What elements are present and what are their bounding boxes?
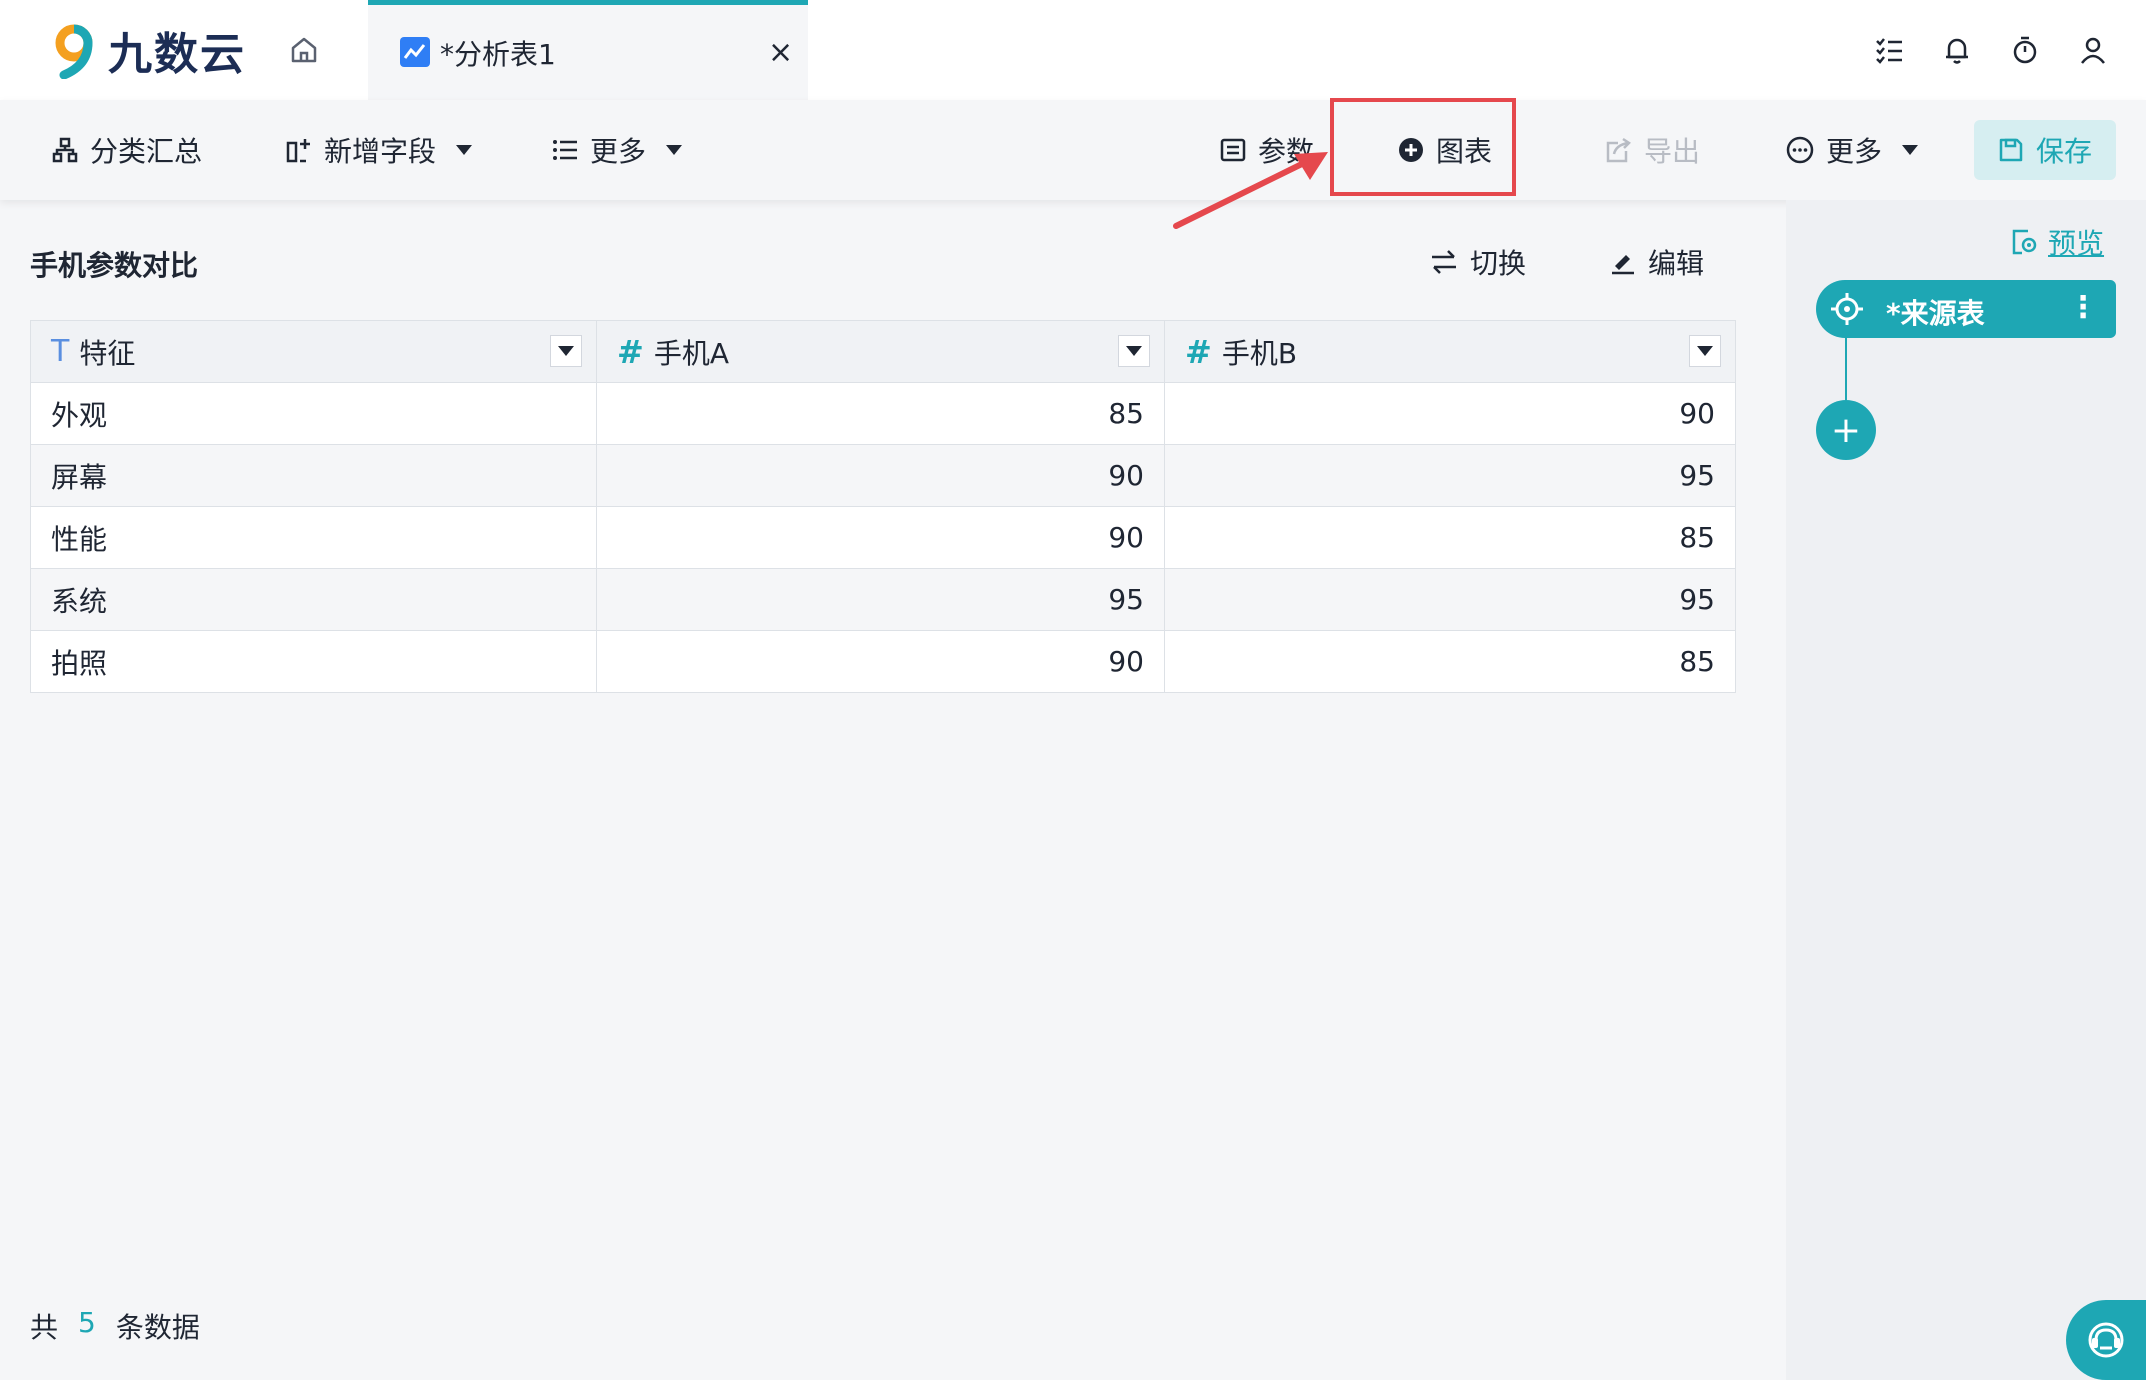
table-row[interactable]: 拍照 90 85 [30,630,1736,693]
plus-icon: + [1830,409,1862,451]
number-type-icon: # [617,332,644,371]
node-menu-icon[interactable]: ⋮ [2068,290,2098,325]
table-cell[interactable]: 95 [596,568,1165,631]
save-label: 保存 [2035,135,2092,168]
table-cell[interactable]: 85 [1164,630,1736,693]
table-cell[interactable]: 性能 [30,506,597,569]
table-cell[interactable]: 95 [1164,444,1736,507]
classify-summary-button[interactable]: 分类汇总 [52,128,202,172]
analysis-chart-icon [400,37,430,67]
user-icon[interactable] [2074,30,2112,70]
list-icon [553,140,577,160]
more-right-button[interactable]: 更多 [1786,128,1919,172]
annotation-arrow [1173,152,1328,229]
swap-icon [1432,250,1456,274]
row-count-value: 5 [78,1306,96,1339]
data-table: T 特征 # 手机A # 手机B 外观 85 90 屏幕 90 95 性能 90… [30,320,1736,693]
add-column-icon [286,139,310,163]
more-left-button[interactable]: 更多 [552,128,683,172]
preview-icon [2012,229,2037,255]
tab-analysis-table[interactable]: *分析表1 × [368,0,808,100]
classify-summary-label: 分类汇总 [90,135,203,168]
chat-icon [2088,1322,2124,1358]
table-cell[interactable]: 85 [1164,506,1736,569]
table-cell[interactable]: 拍照 [30,630,597,693]
export-icon [1606,137,1631,163]
chevron-down-icon [666,145,683,155]
table-cell[interactable]: 90 [1164,382,1736,445]
bell-icon[interactable] [1938,30,1976,70]
row-count: 共 5 条数据 [30,1306,200,1346]
column-header-phone-a[interactable]: # 手机A [596,320,1165,383]
timer-icon[interactable] [2006,30,2044,70]
table-row[interactable]: 外观 85 90 [30,382,1736,445]
tab-title: *分析表1 [440,38,556,71]
more-right-label: 更多 [1826,135,1883,168]
home-tab[interactable] [280,28,328,72]
table-cell[interactable]: 屏幕 [30,444,597,507]
chart-highlight-box [1330,98,1516,196]
target-icon [1831,293,1863,325]
flow-panel [1786,200,2146,1380]
save-icon [1999,138,2023,162]
table-cell[interactable]: 90 [596,506,1165,569]
save-button[interactable]: 保存 [1974,120,2116,180]
chevron-down-icon [1902,145,1919,155]
add-field-button[interactable]: 新增字段 [286,128,473,172]
text-type-icon: T [51,334,70,369]
column-label: 手机A [653,336,729,370]
switch-label: 切换 [1470,247,1527,280]
table-cell[interactable]: 外观 [30,382,597,445]
table-cell[interactable]: 95 [1164,568,1736,631]
column-header-feature[interactable]: T 特征 [30,320,597,383]
row-count-prefix: 共 [30,1311,59,1344]
close-tab-icon[interactable]: × [768,35,793,70]
chat-support-button[interactable] [2066,1300,2146,1380]
preview-label: 预览 [2048,227,2105,260]
home-icon [291,37,317,63]
column-dropdown-icon[interactable] [1689,335,1721,367]
chevron-down-icon [456,145,473,155]
logo-icon [55,24,93,79]
preview-link[interactable]: 预览 [2010,222,2104,262]
app-logo[interactable]: 九数云 [50,20,246,80]
switch-button[interactable]: 切换 [1430,240,1526,284]
edit-button[interactable]: 编辑 [1610,240,1704,284]
table-header-row: T 特征 # 手机A # 手机B [30,320,1736,383]
table-row[interactable]: 系统 95 95 [30,568,1736,631]
table-cell[interactable]: 90 [596,444,1165,507]
task-list-icon[interactable] [1870,30,1908,70]
hierarchy-icon [52,137,78,163]
table-row[interactable]: 屏幕 90 95 [30,444,1736,507]
logo-text: 九数云 [108,29,246,80]
export-label: 导出 [1644,135,1701,168]
column-dropdown-icon[interactable] [1118,335,1150,367]
column-header-phone-b[interactable]: # 手机B [1164,320,1736,383]
source-table-node[interactable]: *来源表 ⋮ [1816,280,2116,338]
column-label: 手机B [1221,336,1298,370]
source-node-label: *来源表 [1886,297,1985,330]
column-label: 特征 [79,336,136,370]
add-step-button[interactable]: + [1816,400,1876,460]
top-right-icons [1870,30,2112,70]
more-dots-icon [1786,136,1814,164]
add-field-label: 新增字段 [324,135,437,168]
number-type-icon: # [1185,332,1212,371]
table-row[interactable]: 性能 90 85 [30,506,1736,569]
edit-label: 编辑 [1648,247,1705,280]
flow-connector [1845,338,1847,400]
page-title: 手机参数对比 [30,249,199,282]
column-dropdown-icon[interactable] [550,335,582,367]
more-left-label: 更多 [590,135,647,168]
row-count-suffix: 条数据 [115,1311,200,1344]
table-cell[interactable]: 85 [596,382,1165,445]
edit-icon [1612,255,1634,275]
export-button[interactable]: 导出 [1606,128,1700,172]
table-cell[interactable]: 90 [596,630,1165,693]
table-cell[interactable]: 系统 [30,568,597,631]
